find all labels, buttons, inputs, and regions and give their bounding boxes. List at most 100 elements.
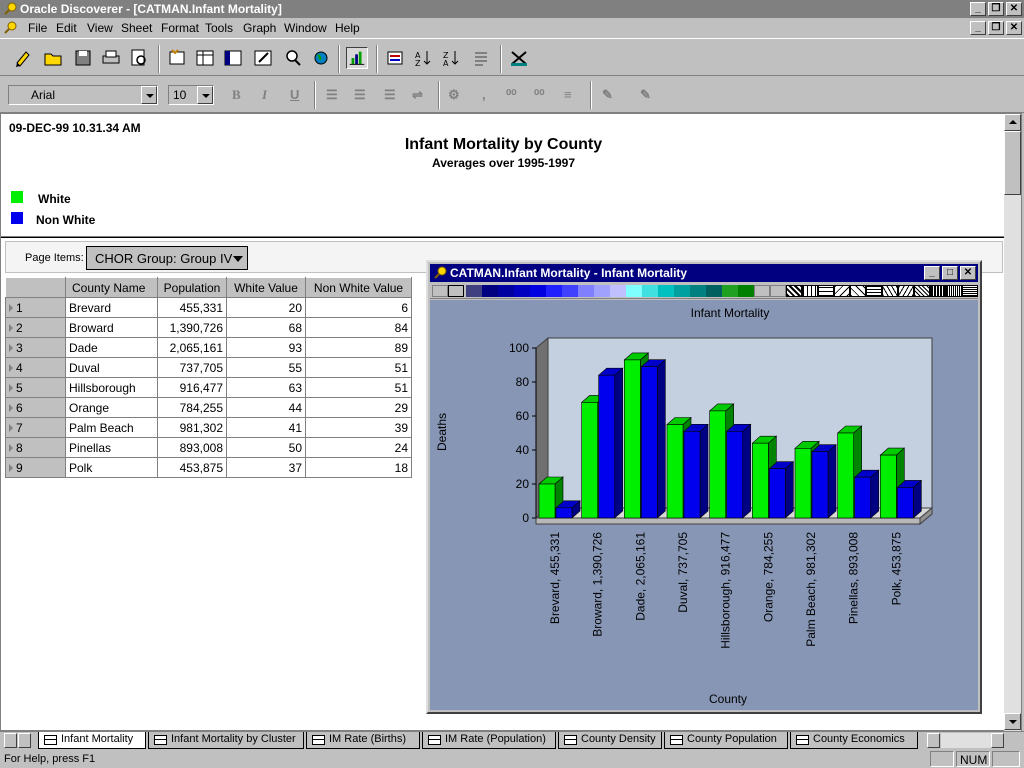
decrease-decimal-icon[interactable]: ⁰⁰ (534, 87, 544, 103)
comma-icon[interactable]: , (482, 87, 486, 102)
pattern-swatch[interactable] (930, 285, 946, 297)
pattern-swatch[interactable] (882, 285, 898, 297)
cell-population[interactable]: 893,008 (157, 437, 227, 458)
sheet-tab[interactable]: IM Rate (Population) (422, 732, 556, 749)
color-swatch[interactable] (706, 285, 722, 297)
cell-nonwhite-value[interactable]: 51 (305, 377, 412, 398)
col-header-population[interactable]: Population (157, 277, 227, 298)
hscroll-right-button[interactable] (991, 733, 1004, 748)
doc-restore-button[interactable]: ❐ (988, 21, 1004, 35)
pattern-swatch[interactable] (946, 285, 962, 297)
italic-icon[interactable]: I (262, 87, 267, 103)
minimize-button[interactable]: _ (970, 2, 986, 16)
menu-format[interactable]: Format (161, 21, 199, 35)
cell-population[interactable]: 455,331 (157, 297, 227, 318)
row-header[interactable]: 4 (5, 357, 66, 378)
menu-graph[interactable]: Graph (243, 21, 276, 35)
graph-minimize-button[interactable]: _ (924, 266, 940, 280)
new-workbook-icon[interactable] (12, 47, 34, 69)
paint-format-icon[interactable]: ✎ (602, 87, 613, 103)
palette-prev-icon[interactable] (432, 285, 448, 297)
menu-edit[interactable]: Edit (56, 21, 77, 35)
chevron-down-icon[interactable] (141, 86, 157, 104)
menu-view[interactable]: View (87, 21, 113, 35)
vertical-scrollbar[interactable] (1004, 114, 1021, 732)
menu-file[interactable]: File (28, 21, 47, 35)
sheet-tab[interactable]: County Population (664, 732, 788, 749)
hscroll-left-button[interactable] (927, 733, 940, 748)
menu-help[interactable]: Help (335, 21, 360, 35)
table-layout-icon[interactable] (194, 47, 216, 69)
col-header-county[interactable]: County Name (65, 277, 158, 298)
cell-nonwhite-value[interactable]: 89 (305, 337, 412, 358)
color-swatch[interactable] (482, 285, 498, 297)
cell-nonwhite-value[interactable]: 24 (305, 437, 412, 458)
graph-close-button[interactable]: ✕ (960, 266, 976, 280)
sort-descending-icon[interactable]: ZA (440, 47, 462, 69)
cell-white-value[interactable]: 55 (226, 357, 306, 378)
cell-county[interactable]: Hillsborough (65, 377, 158, 398)
underline-icon[interactable]: U (290, 87, 299, 102)
scroll-down-button[interactable] (1004, 713, 1021, 730)
drill-icon[interactable] (282, 47, 304, 69)
sheet-tab[interactable]: County Density (558, 732, 662, 749)
font-name-select[interactable]: Arial (8, 85, 158, 105)
color-swatch[interactable] (674, 285, 690, 297)
col-header-white[interactable]: White Value (226, 277, 306, 298)
color-swatch[interactable] (722, 285, 738, 297)
globe-icon[interactable] (310, 47, 332, 69)
chevron-down-icon[interactable] (197, 86, 213, 104)
cell-white-value[interactable]: 37 (226, 457, 306, 478)
crosstab-layout-icon[interactable] (222, 47, 244, 69)
cell-nonwhite-value[interactable]: 18 (305, 457, 412, 478)
cell-county[interactable]: Palm Beach (65, 417, 158, 438)
totals-icon[interactable] (470, 47, 492, 69)
fill-color-icon[interactable]: ✎ (640, 87, 651, 103)
sql-inspector-icon[interactable] (508, 47, 530, 69)
row-header[interactable]: 3 (5, 337, 66, 358)
cell-nonwhite-value[interactable]: 39 (305, 417, 412, 438)
row-header[interactable]: 6 (5, 397, 66, 418)
print-preview-icon[interactable] (128, 47, 150, 69)
graph-window[interactable]: CATMAN.Infant Mortality - Infant Mortali… (426, 260, 982, 714)
sheet-tab[interactable]: IM Rate (Births) (306, 732, 420, 749)
align-center-icon[interactable]: ☰ (354, 87, 366, 103)
cell-nonwhite-value[interactable]: 84 (305, 317, 412, 338)
restore-button[interactable]: ❐ (988, 2, 1004, 16)
align-left-icon[interactable]: ☰ (326, 87, 338, 103)
color-swatch[interactable] (514, 285, 530, 297)
cell-population[interactable]: 2,065,161 (157, 337, 227, 358)
cell-county[interactable]: Duval (65, 357, 158, 378)
col-header-nonwhite[interactable]: Non White Value (305, 277, 412, 298)
menu-tools[interactable]: Tools (205, 21, 233, 35)
table-row[interactable]: 1 Brevard 455,331 20 6 (5, 297, 412, 318)
row-header[interactable]: 2 (5, 317, 66, 338)
currency-icon[interactable]: ⚙ (448, 87, 460, 103)
increase-decimal-icon[interactable]: ⁰⁰ (506, 87, 516, 103)
color-swatch[interactable] (642, 285, 658, 297)
menu-window[interactable]: Window (284, 21, 327, 35)
table-row[interactable]: 3 Dade 2,065,161 93 89 (5, 337, 412, 358)
pattern-swatch[interactable] (914, 285, 930, 297)
cell-population[interactable]: 1,390,726 (157, 317, 227, 338)
pattern-swatch[interactable] (834, 285, 850, 297)
pattern-swatch[interactable] (962, 285, 978, 297)
menu-sheet[interactable]: Sheet (121, 21, 152, 35)
pattern-next-icon[interactable] (770, 285, 786, 297)
color-swatch[interactable] (578, 285, 594, 297)
color-swatch[interactable] (498, 285, 514, 297)
row-header[interactable]: 8 (5, 437, 66, 458)
table-row[interactable]: 2 Broward 1,390,726 68 84 (5, 317, 412, 338)
cell-white-value[interactable]: 68 (226, 317, 306, 338)
table-row[interactable]: 9 Polk 453,875 37 18 (5, 457, 412, 478)
cell-county[interactable]: Orange (65, 397, 158, 418)
color-swatch[interactable] (546, 285, 562, 297)
graph-toggle-icon[interactable] (346, 47, 368, 69)
row-header[interactable]: 5 (5, 377, 66, 398)
doc-close-button[interactable]: ✕ (1006, 21, 1022, 35)
bold-icon[interactable]: B (232, 87, 241, 103)
save-icon[interactable] (72, 47, 94, 69)
doc-icon[interactable] (4, 21, 17, 34)
sort-ascending-icon[interactable]: AZ (412, 47, 434, 69)
font-size-select[interactable]: 10 (168, 85, 214, 105)
